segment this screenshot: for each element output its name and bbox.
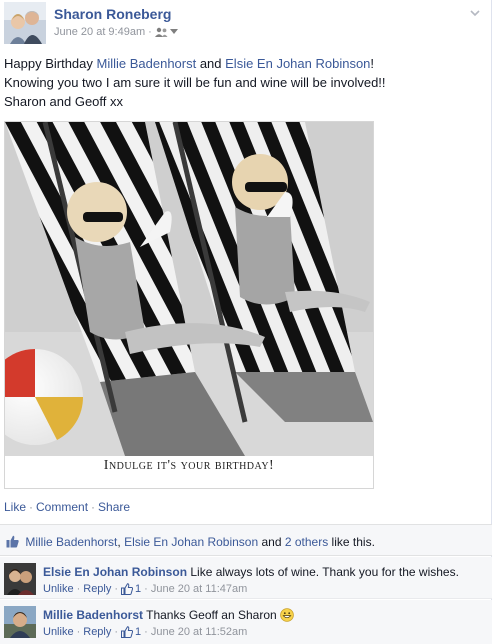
photo-image <box>5 122 373 456</box>
post-text-segment: ! <box>370 56 375 71</box>
comment-timestamp[interactable]: June 20 at 11:47am <box>151 583 247 595</box>
reply-button[interactable]: Reply <box>83 626 111 638</box>
post-message: Happy Birthday Millie Badenhorst and Els… <box>4 54 484 111</box>
friends-icon <box>154 27 168 37</box>
likes-others-link[interactable]: 2 others <box>285 535 328 549</box>
unlike-button[interactable]: Unlike <box>43 583 74 595</box>
like-count-value: 1 <box>135 583 142 595</box>
commenter-avatar[interactable] <box>4 606 36 638</box>
author-avatar[interactable] <box>4 2 46 44</box>
comment-like-count[interactable]: 1 <box>121 583 141 595</box>
action-separator: · <box>91 500 96 514</box>
chevron-down-icon <box>169 29 178 34</box>
action-separator: · <box>29 500 34 514</box>
comment-body: Elsie En Johan Robinson Like always lots… <box>43 565 459 579</box>
post-author-name[interactable]: Sharon Roneberg <box>54 6 171 22</box>
likes-text-segment: and <box>258 535 285 549</box>
likes-sentence: Millie Badenhorst, Elsie En Johan Robins… <box>6 535 375 549</box>
post-options-chevron-icon[interactable] <box>468 6 482 20</box>
liker-elsie-johan[interactable]: Elsie En Johan Robinson <box>124 535 258 549</box>
grin-emoji-icon <box>280 608 294 622</box>
reply-button[interactable]: Reply <box>83 583 111 595</box>
post-photo[interactable]: Indulge it's your birthday! <box>4 121 374 489</box>
thumbs-up-outline-icon <box>121 583 134 595</box>
liker-millie[interactable]: Millie Badenhorst <box>25 535 117 549</box>
comment-timestamp[interactable]: June 20 at 11:52am <box>151 626 247 638</box>
post-text-segment: and <box>196 56 226 71</box>
photo-caption: Indulge it's your birthday! <box>103 458 275 473</box>
comment-author[interactable]: Millie Badenhorst <box>43 608 143 622</box>
post-text-line-2: Knowing you two I am sure it will be fun… <box>4 75 386 90</box>
post-meta: June 20 at 9:49am · <box>54 26 178 38</box>
tag-millie[interactable]: Millie Badenhorst <box>97 56 197 71</box>
comment-item: Millie Badenhorst Thanks Geoff an Sharon… <box>0 600 492 644</box>
likes-summary: Millie Badenhorst, Elsie En Johan Robins… <box>0 524 492 556</box>
commenter-avatar[interactable] <box>4 563 36 595</box>
meta-separator: · <box>144 626 148 638</box>
comment-body: Millie Badenhorst Thanks Geoff an Sharon <box>43 608 294 622</box>
post-header: Sharon Roneberg June 20 at 9:49am · <box>4 2 484 44</box>
audience-selector[interactable] <box>154 27 178 38</box>
thumbs-up-icon <box>6 535 19 548</box>
comment-button[interactable]: Comment <box>36 500 88 514</box>
unlike-button[interactable]: Unlike <box>43 626 74 638</box>
post-timestamp[interactable]: June 20 at 9:49am <box>54 26 145 38</box>
like-button[interactable]: Like <box>4 500 26 514</box>
meta-separator: · <box>76 626 81 638</box>
meta-separator: · <box>76 583 81 595</box>
comment-meta: Unlike · Reply · 1 · June 20 at 11:52am <box>43 626 247 638</box>
share-button[interactable]: Share <box>98 500 130 514</box>
like-count-value: 1 <box>135 626 142 638</box>
meta-separator: · <box>114 626 119 638</box>
meta-separator: · <box>148 26 152 38</box>
post-text-line-3: Sharon and Geoff xx <box>4 94 124 109</box>
comment-author[interactable]: Elsie En Johan Robinson <box>43 565 187 579</box>
comment-meta: Unlike · Reply · 1 · June 20 at 11:47am <box>43 583 247 595</box>
news-feed-post: Sharon Roneberg June 20 at 9:49am · Happ… <box>0 0 492 644</box>
comment-like-count[interactable]: 1 <box>121 626 141 638</box>
post-text-line-1: Happy Birthday Millie Badenhorst and Els… <box>4 54 484 73</box>
post-text-segment: Happy Birthday <box>4 56 97 71</box>
comment-text: Thanks Geoff an Sharon <box>143 608 280 622</box>
meta-separator: · <box>114 583 119 595</box>
tag-elsie-johan[interactable]: Elsie En Johan Robinson <box>225 56 370 71</box>
likes-text-segment: like this. <box>328 535 375 549</box>
thumbs-up-outline-icon <box>121 626 134 638</box>
comment-item: Elsie En Johan Robinson Like always lots… <box>0 557 492 599</box>
post-actions: Like · Comment · Share <box>4 500 130 514</box>
meta-separator: · <box>144 583 148 595</box>
comment-text: Like always lots of wine. Thank you for … <box>187 565 459 579</box>
